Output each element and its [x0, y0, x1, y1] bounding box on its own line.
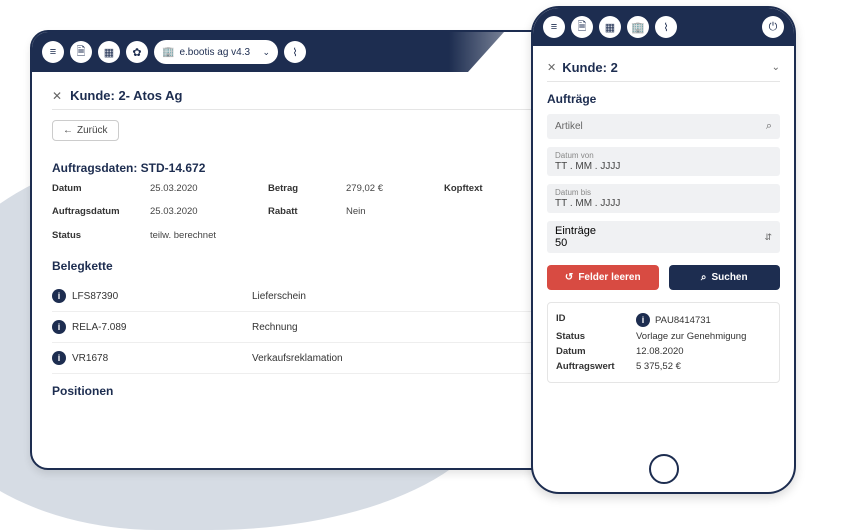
date-to-label: Datum bis: [555, 188, 772, 197]
doc-id: VR1678: [72, 353, 108, 364]
arrow-left-icon: ←: [63, 125, 73, 136]
undo-icon: ↺: [565, 272, 573, 283]
building-icon: 🏢: [162, 47, 174, 58]
entries-selector[interactable]: Einträge 50 ⇵: [547, 221, 780, 253]
label-status: Status: [52, 230, 132, 249]
result-status-label: Status: [556, 331, 636, 342]
calendar-icon[interactable]: ▦: [599, 16, 621, 38]
tablet-device: ≡ 🗎 ▦ ✿ 🏢 e.bootis ag v4.3 ⌄ ⌇ e.boo ✕ K…: [30, 30, 590, 470]
info-icon[interactable]: i: [636, 313, 650, 327]
result-card: ID i PAU8414731 Status Vorlage zur Genehm…: [547, 302, 780, 383]
result-wert-value: 5 375,52 €: [636, 361, 771, 372]
search-icon: ⌕: [701, 272, 707, 283]
list-item[interactable]: i RELA-7.089 Rechnung: [52, 312, 568, 343]
label-datum: Datum: [52, 183, 132, 202]
document-list: i LFS87390 Lieferschein i RELA-7.089 Rechn…: [52, 281, 568, 374]
result-datum-label: Datum: [556, 346, 636, 357]
gear-icon[interactable]: ✿: [126, 41, 148, 63]
chevron-down-icon: ⌄: [263, 47, 271, 58]
doc-id: RELA-7.089: [72, 322, 126, 333]
entries-label: Einträge: [555, 225, 764, 237]
menu-icon[interactable]: ≡: [543, 16, 565, 38]
file-icon[interactable]: 🗎: [70, 41, 92, 63]
clear-label: Felder leeren: [578, 272, 640, 283]
order-section-title: Auftragsdaten: STD-14.672: [52, 161, 568, 175]
value-betrag: 279,02 €: [346, 183, 426, 202]
phone-toolbar: ≡ 🗎 ▦ 🏢 ⌇ ⏻: [533, 8, 794, 46]
phone-device: ≡ 🗎 ▦ 🏢 ⌇ ⏻ ✕ Kunde: 2 ⌄ Aufträge Artike…: [531, 6, 796, 494]
window-title-bar: ✕ Kunde: 2- Atos Ag: [52, 82, 568, 110]
belegkette-title: Belegkette: [52, 259, 568, 273]
power-icon[interactable]: ⏻: [762, 16, 784, 38]
back-label: Zurück: [77, 125, 108, 136]
close-icon[interactable]: ✕: [52, 89, 62, 103]
entries-value: 50: [555, 237, 764, 249]
result-id-label: ID: [556, 313, 636, 327]
menu-icon[interactable]: ≡: [42, 41, 64, 63]
label-kopftext: Kopftext: [444, 183, 514, 202]
date-from-value: TT . MM . JJJJ: [555, 161, 772, 172]
date-to-input[interactable]: Datum bis TT . MM . JJJJ: [547, 184, 780, 213]
phone-title-bar: ✕ Kunde: 2 ⌄: [547, 54, 780, 82]
clear-button[interactable]: ↺ Felder leeren: [547, 265, 659, 290]
info-icon: i: [52, 351, 66, 365]
search-icon: ⌕: [766, 120, 772, 133]
label-auftragsdatum: Auftragsdatum: [52, 206, 132, 225]
wifi-icon[interactable]: ⌇: [284, 41, 306, 63]
value-auftragsdatum: 25.03.2020: [150, 206, 250, 225]
search-button[interactable]: ⌕ Suchen: [669, 265, 781, 290]
label-betrag: Betrag: [268, 183, 328, 202]
search-placeholder: Artikel: [555, 121, 583, 132]
tablet-content: ✕ Kunde: 2- Atos Ag ← Zurück Auftragsdat…: [32, 72, 588, 416]
list-item[interactable]: i VR1678 Verkaufsreklamation: [52, 343, 568, 374]
window-title: Kunde: 2- Atos Ag: [70, 88, 182, 103]
result-status-value: Vorlage zur Genehmigung: [636, 331, 771, 342]
button-row: ↺ Felder leeren ⌕ Suchen: [547, 265, 780, 290]
date-from-input[interactable]: Datum von TT . MM . JJJJ: [547, 147, 780, 176]
wifi-icon[interactable]: ⌇: [655, 16, 677, 38]
list-item[interactable]: i LFS87390 Lieferschein: [52, 281, 568, 312]
doc-type: Verkaufsreklamation: [252, 353, 568, 364]
version-label: e.bootis ag v4.3: [179, 47, 250, 58]
search-input[interactable]: Artikel ⌕: [547, 114, 780, 139]
value-status: teilw. berechnet: [150, 230, 250, 249]
phone-window-title: Kunde: 2: [562, 60, 618, 75]
file-icon[interactable]: 🗎: [571, 16, 593, 38]
auftraege-heading: Aufträge: [547, 92, 780, 106]
stepper-icon: ⇵: [764, 232, 772, 243]
back-button[interactable]: ← Zurück: [52, 120, 119, 141]
result-id-value: PAU8414731: [655, 315, 711, 326]
date-to-value: TT . MM . JJJJ: [555, 198, 772, 209]
date-from-label: Datum von: [555, 151, 772, 160]
phone-content: ✕ Kunde: 2 ⌄ Aufträge Artikel ⌕ Datum vo…: [533, 46, 794, 391]
value-datum: 25.03.2020: [150, 183, 250, 202]
version-selector[interactable]: 🏢 e.bootis ag v4.3 ⌄: [154, 40, 278, 64]
home-button[interactable]: [649, 454, 679, 484]
order-data-grid: Datum 25.03.2020 Betrag 279,02 € Kopftex…: [52, 183, 568, 249]
doc-id: LFS87390: [72, 291, 118, 302]
building-icon[interactable]: 🏢: [627, 16, 649, 38]
positionen-title: Positionen: [52, 384, 568, 398]
chevron-down-icon[interactable]: ⌄: [772, 62, 780, 73]
search-label: Suchen: [711, 272, 747, 283]
result-wert-label: Auftragswert: [556, 361, 636, 372]
label-rabatt: Rabatt: [268, 206, 328, 225]
doc-type: Rechnung: [252, 322, 568, 333]
close-icon[interactable]: ✕: [547, 61, 556, 74]
calendar-icon[interactable]: ▦: [98, 41, 120, 63]
value-rabatt: Nein: [346, 206, 426, 225]
info-icon: i: [52, 320, 66, 334]
result-datum-value: 12.08.2020: [636, 346, 771, 357]
doc-type: Lieferschein: [252, 291, 568, 302]
tablet-toolbar: ≡ 🗎 ▦ ✿ 🏢 e.bootis ag v4.3 ⌄ ⌇ e.boo: [32, 32, 588, 72]
info-icon: i: [52, 289, 66, 303]
